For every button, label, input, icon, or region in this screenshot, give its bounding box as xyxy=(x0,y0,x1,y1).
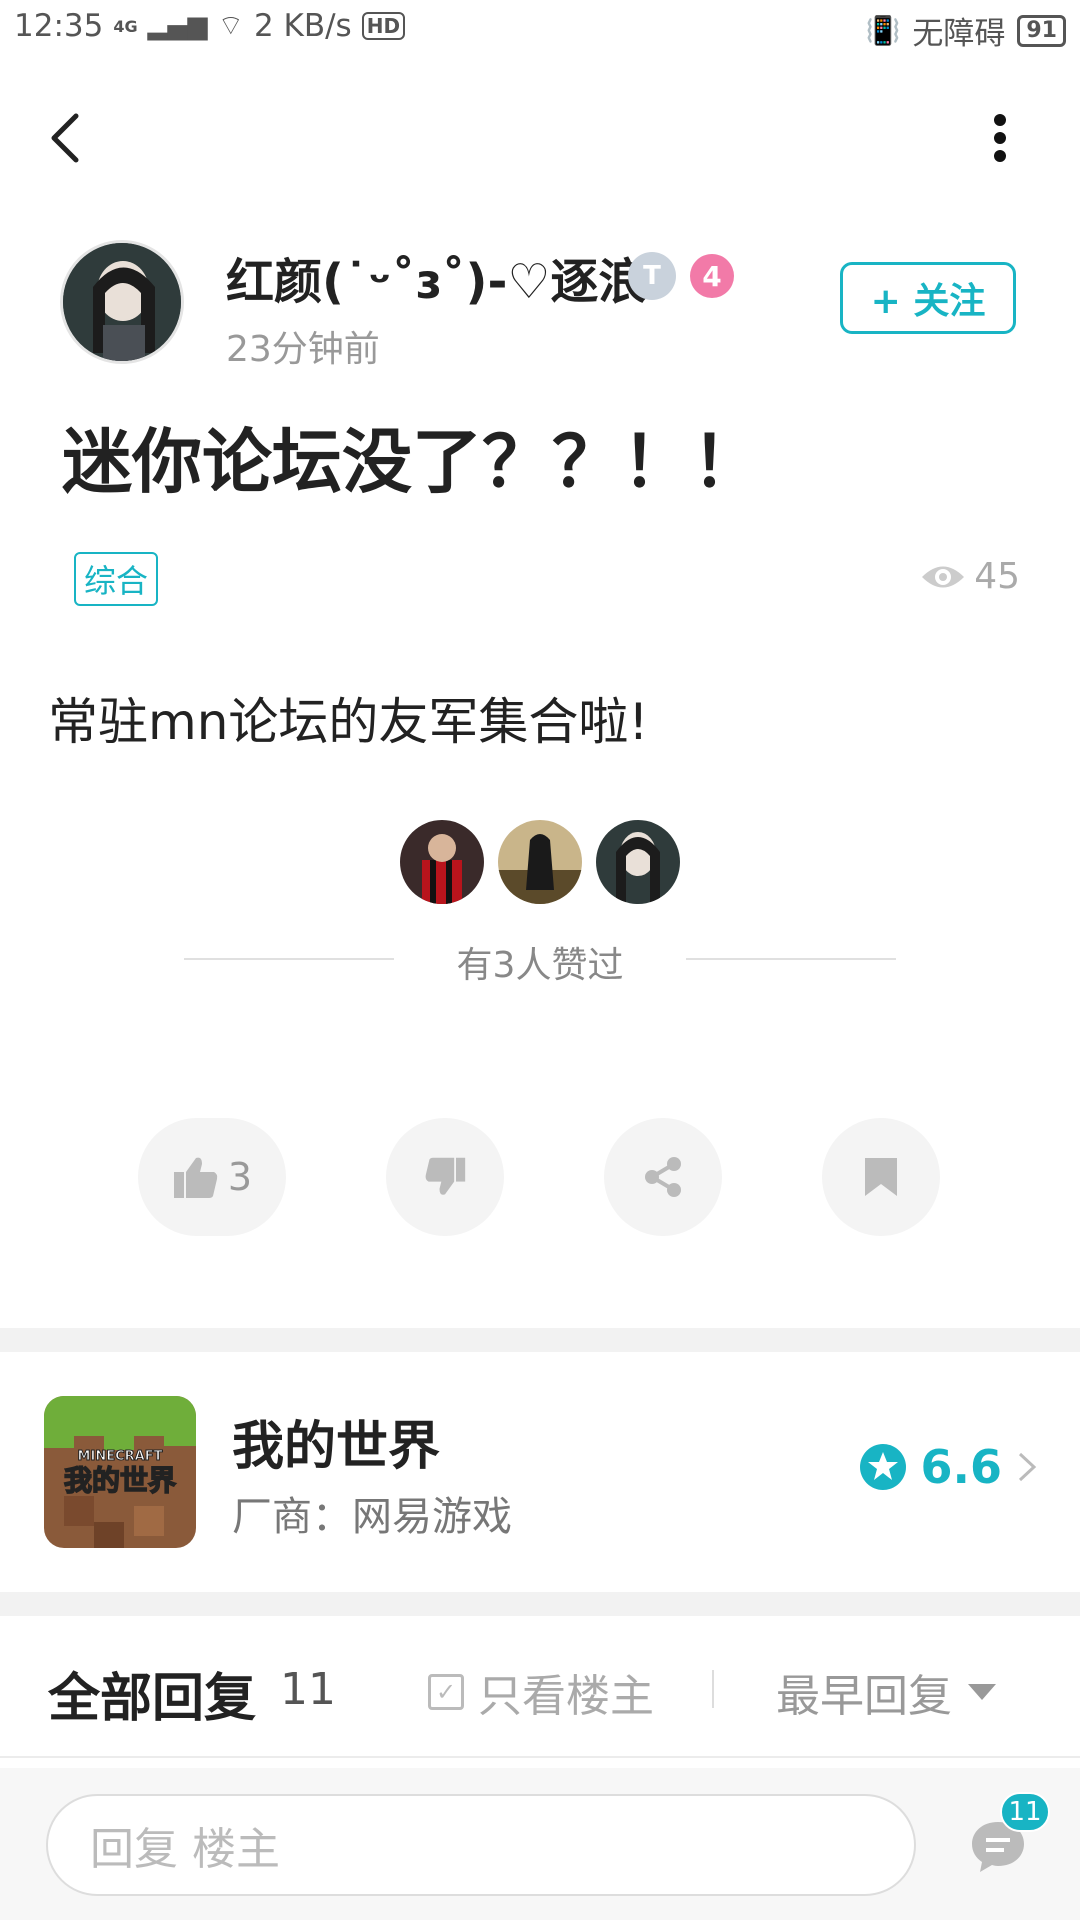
vertical-divider xyxy=(712,1670,714,1708)
accessibility-label: 无障碍 xyxy=(912,16,1006,52)
chevron-right-icon xyxy=(1018,1452,1037,1482)
game-name[interactable]: 我的世界 xyxy=(232,1404,440,1479)
game-rating[interactable]: 6.6 xyxy=(859,1440,1039,1494)
category-tag[interactable]: 综合 xyxy=(74,552,159,606)
divider-right xyxy=(686,958,896,960)
game-vendor: 厂商：网易游戏 xyxy=(232,1494,512,1540)
back-button[interactable] xyxy=(46,108,86,168)
only-host-label: 只看楼主 xyxy=(478,1671,654,1722)
bookmark-button[interactable] xyxy=(822,1118,940,1236)
game-icon[interactable]: MINECRAFT 我的世界 xyxy=(44,1396,196,1548)
hd-icon: HD xyxy=(361,12,406,40)
likes-summary[interactable]: 有3人赞过 xyxy=(0,936,1080,988)
like-count: 3 xyxy=(227,1155,253,1199)
signal-icon: ▂▄▆ xyxy=(147,11,208,41)
like-button[interactable]: 3 xyxy=(138,1118,286,1236)
comment-count-badge: 11 xyxy=(1000,1792,1050,1832)
section-separator xyxy=(0,1328,1080,1352)
more-vertical-icon xyxy=(994,114,1006,162)
section-separator xyxy=(0,1592,1080,1616)
status-bar: 12:35 4G ▂▄▆ ⌔ 2 KB/s HD 📳 无障碍 91 xyxy=(0,0,1080,60)
post-time: 23分钟前 xyxy=(226,329,380,370)
post-content: 常驻mn论坛的友军集合啦! xyxy=(48,693,649,751)
checkbox-icon[interactable]: ✓ xyxy=(428,1674,464,1710)
star-icon xyxy=(859,1444,906,1490)
bookmark-icon xyxy=(865,1158,897,1196)
liker-avatar[interactable] xyxy=(400,820,484,904)
thumbs-down-icon xyxy=(425,1157,466,1195)
battery-icon: 91 xyxy=(1017,14,1066,47)
thumbs-up-icon xyxy=(173,1157,218,1198)
liker-avatar-image xyxy=(400,820,484,904)
network-type: 4G xyxy=(113,16,138,36)
reply-input[interactable]: 回复 楼主 xyxy=(46,1794,916,1896)
view-count: 45 xyxy=(920,556,1020,597)
only-host-toggle[interactable]: ✓ 只看楼主 xyxy=(428,1660,654,1724)
sort-label: 最早回复 xyxy=(776,1671,952,1722)
minecraft-icon: MINECRAFT 我的世界 xyxy=(44,1396,196,1548)
avatar-image xyxy=(63,243,181,361)
rating-value: 6.6 xyxy=(920,1440,1003,1494)
svg-text:我的世界: 我的世界 xyxy=(64,1464,176,1497)
eye-icon xyxy=(922,566,965,587)
liker-avatar[interactable] xyxy=(596,820,680,904)
liker-avatar-image xyxy=(498,820,582,904)
post-title: 迷你论坛没了？？！！ xyxy=(62,421,762,503)
author-name[interactable]: 红颜(˙ᵕ˚ɜ˚)-♡逐浪 xyxy=(226,242,646,312)
view-count-value: 45 xyxy=(974,556,1020,597)
dislike-button[interactable] xyxy=(386,1118,504,1236)
all-replies-title: 全部回复 xyxy=(48,1669,257,1729)
status-right: 📳 无障碍 91 xyxy=(865,8,1066,53)
status-left: 12:35 4G ▂▄▆ ⌔ 2 KB/s HD xyxy=(14,8,406,44)
share-icon xyxy=(645,1157,681,1197)
net-speed: 2 KB/s xyxy=(253,8,352,44)
status-time: 12:35 xyxy=(14,8,104,44)
liker-avatar[interactable] xyxy=(498,820,582,904)
level-badge: 4 xyxy=(690,254,734,298)
back-arrow-icon xyxy=(51,113,79,163)
title-badge-icon: T xyxy=(628,252,676,300)
wifi-icon: ⌔ xyxy=(217,8,244,42)
caret-down-icon xyxy=(968,1684,996,1700)
more-options-button[interactable] xyxy=(980,108,1020,168)
share-button[interactable] xyxy=(604,1118,722,1236)
divider xyxy=(0,1756,1080,1758)
sort-dropdown[interactable]: 最早回复 xyxy=(776,1660,996,1724)
svg-text:MINECRAFT: MINECRAFT xyxy=(78,1449,163,1464)
liker-avatar-image xyxy=(596,820,680,904)
vibrate-icon: 📳 xyxy=(865,14,901,47)
replies-count: 11 xyxy=(280,1664,336,1715)
author-avatar[interactable] xyxy=(60,240,184,364)
follow-button[interactable]: + 关注 xyxy=(840,262,1016,334)
